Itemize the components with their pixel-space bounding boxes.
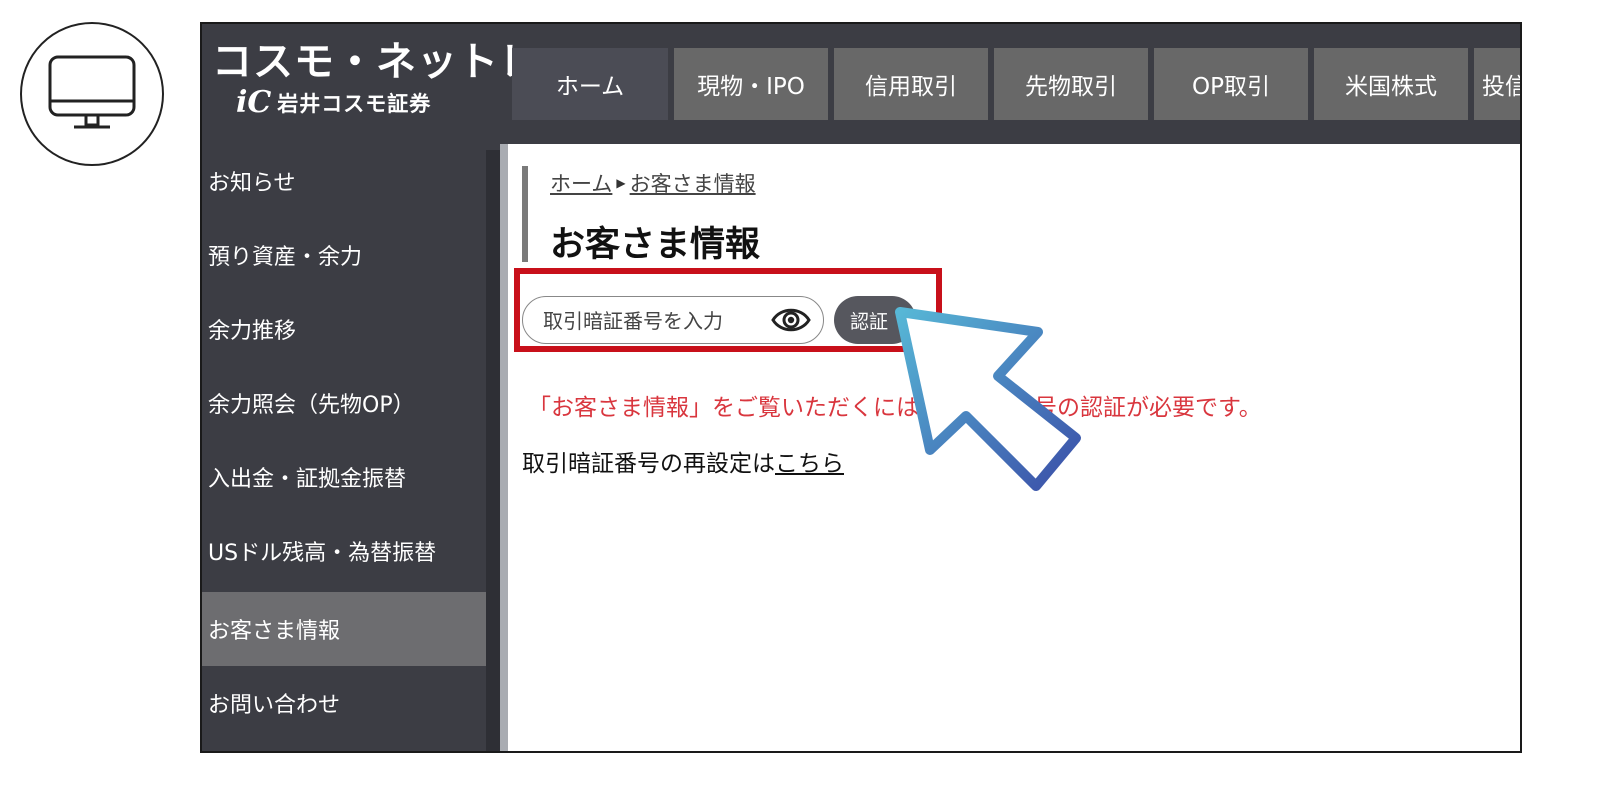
header-bar: コスモ・ネットレ iC 岩井コスモ証券 ホーム 現物・IPO 信用取引 先物取引… xyxy=(202,24,1520,144)
sidebar: お知らせ 預り資産・余力 余力推移 余力照会（先物OP） 入出金・証拠金振替 U… xyxy=(202,144,500,751)
sidebar-item-contact[interactable]: お問い合わせ xyxy=(202,666,486,740)
main-content: ホーム ▶ お客さま情報 お客さま情報 認証 「お客さま情報」をご覧いただくには… xyxy=(508,144,1520,751)
tab-spot-ipo[interactable]: 現物・IPO xyxy=(674,48,828,120)
tab-label: 先物取引 xyxy=(1025,74,1117,100)
sidebar-item-deposit-transfer[interactable]: 入出金・証拠金振替 xyxy=(202,440,486,514)
sidebar-item-buying-power-futures-op[interactable]: 余力照会（先物OP） xyxy=(202,366,486,440)
app-window: コスモ・ネットレ iC 岩井コスモ証券 ホーム 現物・IPO 信用取引 先物取引… xyxy=(200,22,1522,753)
authenticate-button[interactable]: 認証 xyxy=(834,296,916,344)
tab-us-stocks[interactable]: 米国株式 xyxy=(1314,48,1468,120)
sidebar-item-label: お問い合わせ xyxy=(208,693,341,718)
pin-auth-form: 認証 xyxy=(522,296,916,344)
sidebar-item-label: USドル残高・為替振替 xyxy=(208,541,437,566)
breadcrumb-home-link[interactable]: ホーム xyxy=(550,168,612,198)
tab-margin[interactable]: 信用取引 xyxy=(834,48,988,120)
trading-pin-input[interactable] xyxy=(541,297,765,344)
tab-funds[interactable]: 投信 xyxy=(1474,48,1520,120)
content-divider xyxy=(500,144,508,751)
pin-reset-line: 取引暗証番号の再設定はこちら xyxy=(522,444,844,478)
sidebar-item-label: 余力推移 xyxy=(208,319,297,344)
sidebar-item-news[interactable]: お知らせ xyxy=(202,144,486,218)
sidebar-item-buying-power-history[interactable]: 余力推移 xyxy=(202,292,486,366)
sidebar-item-usd-balance[interactable]: USドル残高・為替振替 xyxy=(202,514,486,588)
brand-name: コスモ・ネットレ xyxy=(212,39,540,85)
breadcrumb-current-link[interactable]: お客さま情報 xyxy=(630,168,756,198)
sidebar-item-label: 預り資産・余力 xyxy=(208,245,363,270)
instruction-figure: コスモ・ネットレ iC 岩井コスモ証券 ホーム 現物・IPO 信用取引 先物取引… xyxy=(0,0,1614,804)
pin-field-wrapper xyxy=(522,296,824,344)
sidebar-item-label: 余力照会（先物OP） xyxy=(208,393,415,418)
tab-label: 現物・IPO xyxy=(697,74,805,100)
eye-icon[interactable] xyxy=(771,305,811,335)
desktop-monitor-icon xyxy=(20,22,164,166)
breadcrumb-separator-icon: ▶ xyxy=(616,176,626,190)
tab-label: ホーム xyxy=(555,74,625,100)
global-nav: ホーム 現物・IPO 信用取引 先物取引 OP取引 米国株式 投信 xyxy=(512,48,1520,120)
tab-futures[interactable]: 先物取引 xyxy=(994,48,1148,120)
sidebar-item-assets[interactable]: 預り資産・余力 xyxy=(202,218,486,292)
brand-subline: iC 岩井コスモ証券 xyxy=(212,88,502,118)
pin-reset-text: 取引暗証番号の再設定は xyxy=(522,451,775,477)
tab-label: 投信 xyxy=(1482,74,1520,100)
brand-logo[interactable]: コスモ・ネットレ iC 岩井コスモ証券 xyxy=(212,39,540,118)
sidebar-item-label: お知らせ xyxy=(208,171,296,196)
title-accent-bar xyxy=(522,166,528,262)
page-title: お客さま情報 xyxy=(550,225,761,265)
tab-label: OP取引 xyxy=(1192,74,1270,100)
sidebar-item-customer-info[interactable]: お客さま情報 xyxy=(202,592,486,666)
sidebar-item-label: 入出金・証拠金振替 xyxy=(208,467,407,492)
tab-home[interactable]: ホーム xyxy=(512,48,668,120)
tab-label: 信用取引 xyxy=(865,74,957,100)
pin-reset-link[interactable]: こちら xyxy=(775,451,844,477)
company-name: 岩井コスモ証券 xyxy=(277,92,432,116)
tab-label: 米国株式 xyxy=(1345,74,1437,100)
sidebar-scrollbar[interactable] xyxy=(486,150,500,751)
breadcrumb: ホーム ▶ お客さま情報 xyxy=(550,168,756,198)
tab-options[interactable]: OP取引 xyxy=(1154,48,1308,120)
company-mark-icon: iC xyxy=(236,85,272,120)
sidebar-item-label: お客さま情報 xyxy=(208,619,341,644)
auth-required-notice: 「お客さま情報」をご覧いただくには取引暗証番号の認証が必要です。 xyxy=(528,395,1262,421)
monitor-glyph xyxy=(48,55,136,129)
